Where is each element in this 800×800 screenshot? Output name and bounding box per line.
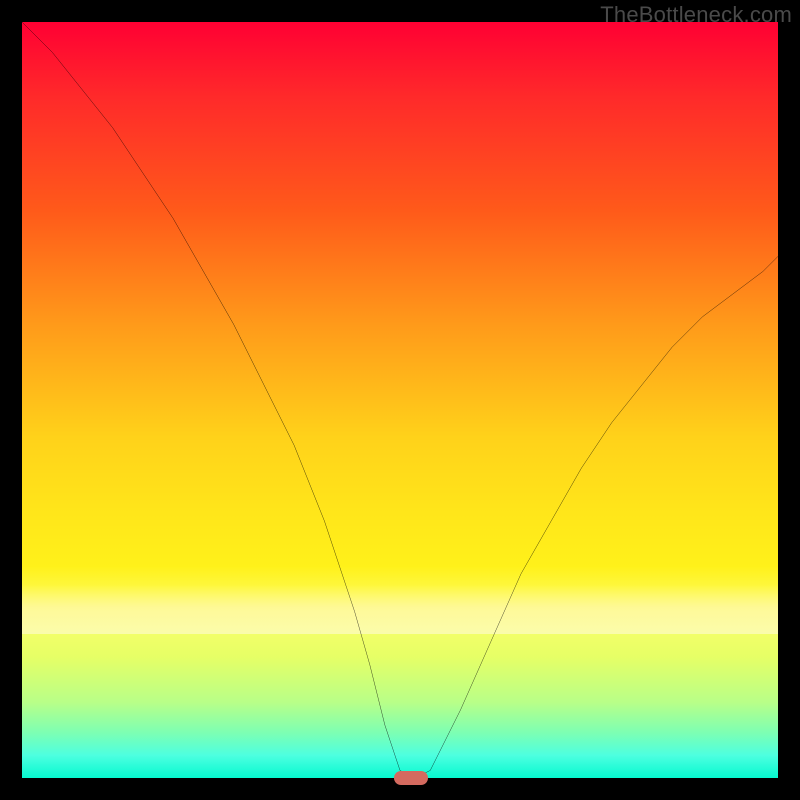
minimum-marker <box>394 771 428 785</box>
chart-frame: TheBottleneck.com <box>0 0 800 800</box>
curve-svg <box>22 22 778 778</box>
plot-area <box>22 22 778 778</box>
bottleneck-curve <box>22 22 778 778</box>
